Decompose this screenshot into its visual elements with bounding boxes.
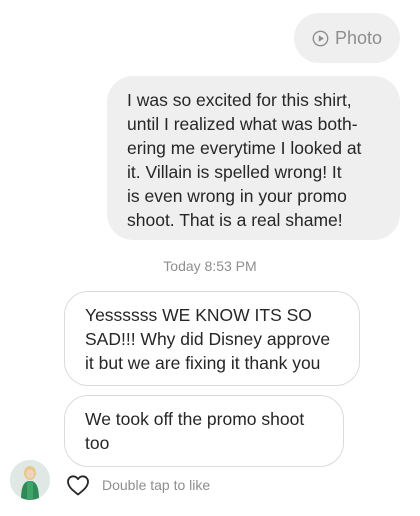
heart-outline-icon[interactable] [66, 474, 90, 496]
message-line: too [85, 433, 110, 453]
message-line: it. Villain is spelled wrong! It [127, 162, 342, 182]
avatar-image [10, 460, 50, 500]
message-line: shoot. That is a real shame! [127, 210, 343, 230]
received-message-bubble[interactable]: We took off the promo shoot too [64, 395, 344, 467]
message-line: is even wrong in your promo [127, 186, 347, 206]
message-line: I was so excited for this shirt, [127, 90, 352, 110]
received-message-bubble[interactable]: Yessssss WE KNOW ITS SO SAD!!! Why did D… [64, 291, 360, 386]
play-circle-icon [312, 30, 329, 46]
photo-label: Photo [334, 27, 383, 48]
message-timestamp: Today 8:53 PM [163, 258, 257, 274]
sender-avatar[interactable] [10, 460, 50, 500]
dm-thread: Photo I was so excited for this shirt, u… [0, 0, 420, 516]
message-line: Yessssss WE KNOW ITS SO [85, 305, 312, 325]
message-line: until I realized what was both- [127, 114, 358, 134]
double-tap-hint: Double tap to like [102, 477, 211, 493]
message-line: SAD!!! Why did Disney approve [85, 329, 331, 349]
sent-message-bubble[interactable]: I was so excited for this shirt, until I… [107, 76, 400, 240]
message-line: it but we are fixing it thank you [85, 353, 321, 373]
message-line: ering me everytime I looked at [127, 138, 362, 158]
photo-message-pill[interactable]: Photo [294, 13, 400, 63]
message-line: We took off the promo shoot [85, 409, 305, 429]
like-row[interactable]: Double tap to like [66, 473, 210, 497]
